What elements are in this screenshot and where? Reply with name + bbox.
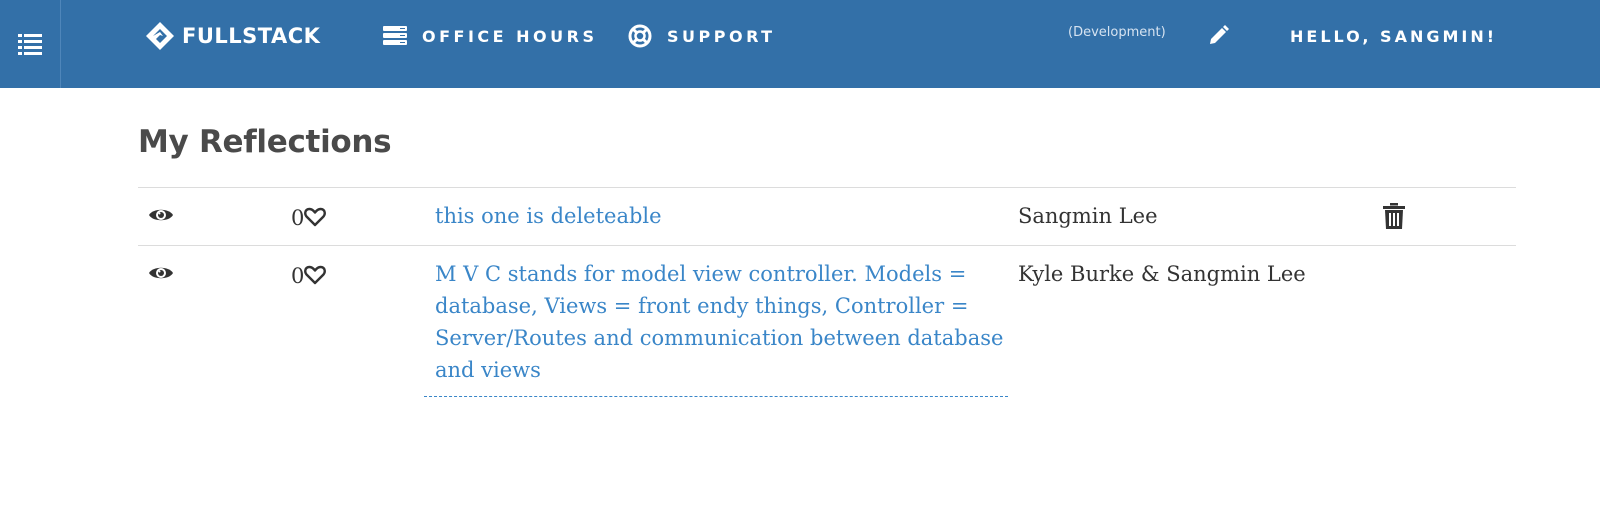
top-navbar: FULLSTACK OFFICE HOURS SUPPORT (Developm… [0,0,1600,88]
heart-icon [304,207,327,227]
menu-toggle-button[interactable] [0,0,61,88]
list-icon [18,34,42,55]
fullstack-logo-icon [146,22,174,50]
pencil-icon [1210,25,1229,44]
trash-icon [1383,203,1405,229]
reflection-author: Sangmin Lee [1018,204,1158,228]
page-title: My Reflections [138,124,392,160]
delete-reflection-button[interactable] [1382,203,1406,235]
brand-logo-link[interactable]: FULLSTACK [144,20,320,52]
user-greeting-menu[interactable]: HELLO, SANGMIN! [1290,27,1497,46]
nav-office-hours-link[interactable]: OFFICE HOURS [383,22,597,50]
table-row: 0 M V C stands for model view controller… [138,245,1516,465]
like-count: 0 [291,264,305,288]
nav-support-link[interactable]: SUPPORT [628,22,776,50]
view-reflection-button[interactable] [148,206,174,229]
like-count: 0 [291,206,305,230]
like-button[interactable]: 0 [291,264,327,288]
server-icon [383,26,407,45]
environment-label: (Development) [1068,25,1166,40]
row-divider [424,396,1008,397]
like-button[interactable]: 0 [291,206,327,230]
nav-office-hours-label: OFFICE HOURS [422,26,598,46]
life-ring-icon [628,24,652,48]
table-row: 0 this one is deleteable Sangmin Lee [138,187,1516,245]
brand-name: FULLSTACK [182,24,321,48]
heart-icon [304,265,327,285]
view-reflection-button[interactable] [148,264,174,287]
edit-button[interactable] [1208,24,1230,46]
reflection-title-link[interactable]: this one is deleteable [435,200,1005,232]
reflection-author: Kyle Burke & Sangmin Lee [1018,262,1306,286]
reflection-title-link[interactable]: M V C stands for model view controller. … [435,258,1005,386]
reflections-table: 0 this one is deleteable Sangmin Lee 0 M… [138,187,1516,465]
eye-icon [149,209,173,221]
eye-icon [149,267,173,279]
nav-support-label: SUPPORT [667,26,776,46]
